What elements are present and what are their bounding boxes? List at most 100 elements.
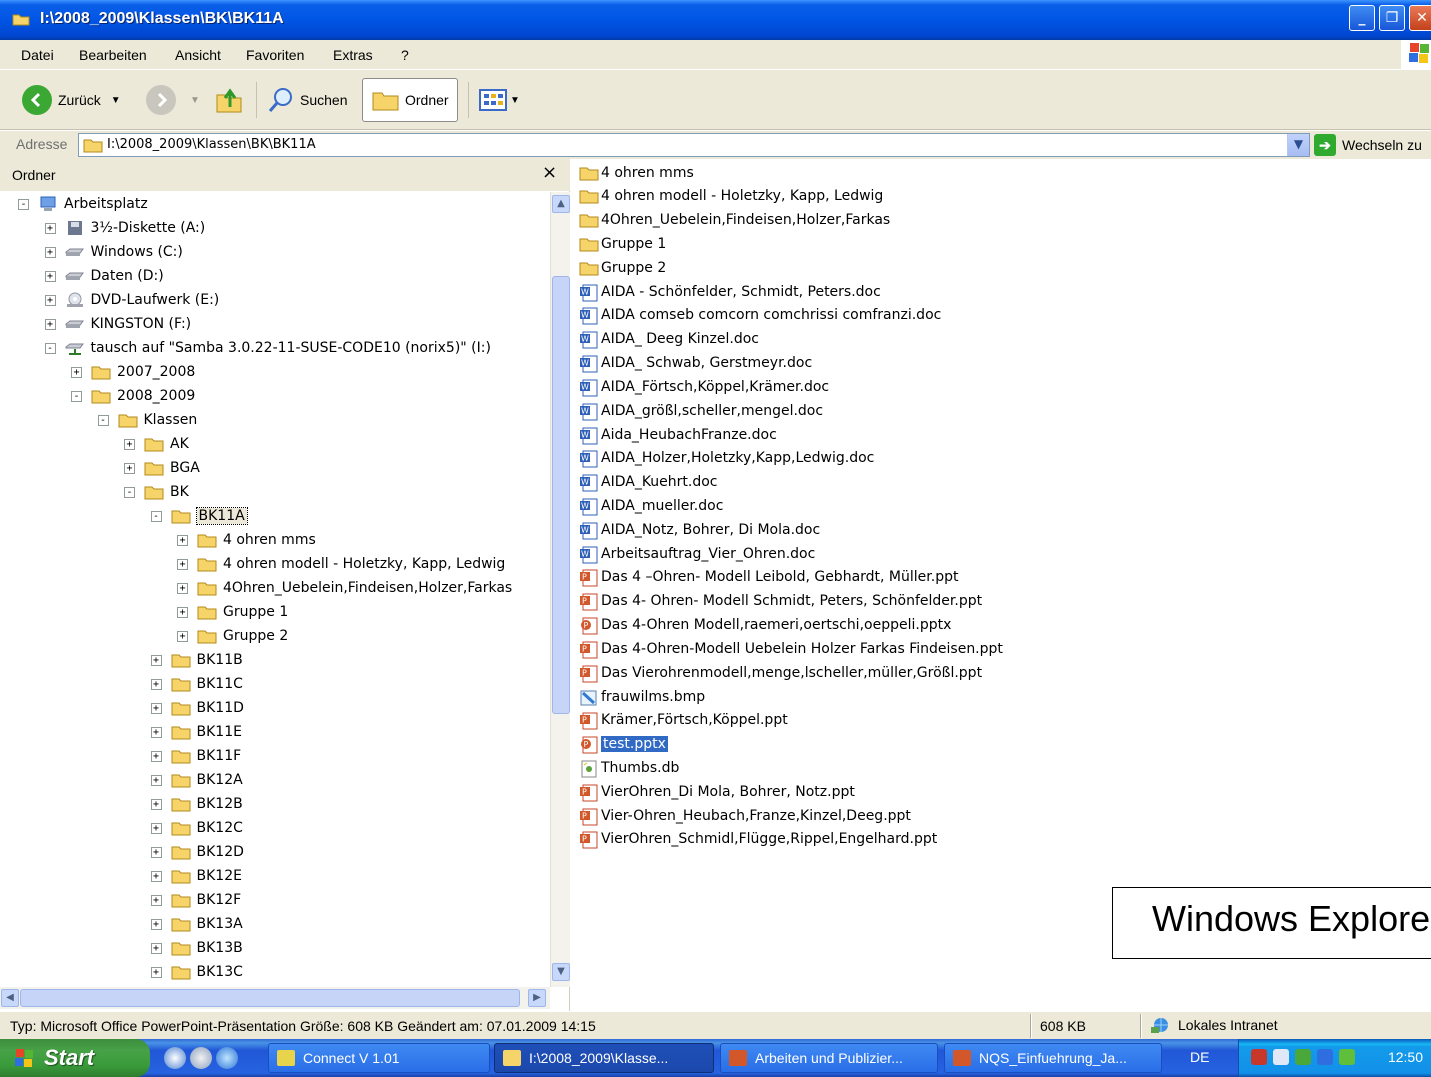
tree-item[interactable]: + BK12A [150,768,243,792]
address-dropdown-button[interactable]: ▼ [1287,134,1309,156]
expand-icon[interactable]: + [177,606,188,618]
file-item[interactable]: W AIDA_Kuehrt.doc [579,471,718,494]
close-button[interactable]: ✕ [1409,5,1431,31]
scroll-thumb[interactable] [552,276,570,714]
tree-item[interactable]: + BGA [124,456,200,480]
chevron-down-icon[interactable]: ▼ [190,95,200,106]
file-item[interactable]: W Aida_HeubachFranze.doc [579,423,777,446]
tree-item[interactable]: + Gruppe 1 [177,600,288,624]
expand-icon[interactable]: + [150,798,162,810]
file-item[interactable]: Ptest.pptx [579,733,668,756]
tree-item[interactable]: + BK13A [150,912,243,936]
tree-item[interactable]: + BK13C [150,960,243,982]
quicklaunch-icon[interactable] [190,1047,212,1069]
collapse-icon[interactable]: - [44,342,56,354]
collapse-icon[interactable]: - [150,510,162,522]
tree-item[interactable]: - Klassen [97,408,197,432]
expand-icon[interactable]: + [177,582,188,594]
tree-vertical-scrollbar[interactable]: ▲ ▼ [550,192,570,987]
scroll-right-button[interactable]: ▶ [528,989,546,1007]
expand-icon[interactable]: + [124,438,135,450]
maximize-button[interactable]: ❐ [1379,5,1405,31]
menu-ansicht[interactable]: Ansicht [175,47,221,63]
expand-icon[interactable]: + [177,558,188,570]
file-item[interactable]: W AIDA_Holzer,Holetzky,Kapp,Ledwig.doc [579,447,874,470]
go-button[interactable]: ➔ Wechseln zu [1314,134,1422,156]
file-item[interactable]: P VierOhren_Schmidl,Flügge,Rippel,Engelha… [579,828,937,851]
tray-icon[interactable] [1273,1049,1289,1065]
file-item[interactable]: 4Ohren_Uebelein,Findeisen,Holzer,Farkas [579,209,890,232]
file-item[interactable]: Thumbs.db [579,757,679,780]
expand-icon[interactable]: + [44,246,56,258]
file-item[interactable]: P Das 4- Ohren- Modell Schmidt, Peters, S… [579,590,982,613]
tree-item[interactable]: + Windows (C:) [44,240,183,264]
collapse-icon[interactable]: - [71,390,82,402]
expand-icon[interactable]: + [150,726,162,738]
file-item[interactable]: W AIDA_ Deeg Kinzel.doc [579,328,759,351]
expand-icon[interactable]: + [150,942,162,954]
tray-icon[interactable] [1295,1049,1311,1065]
expand-icon[interactable]: + [150,678,162,690]
tree-item[interactable]: +4 ohren modell - Holetzky, Kapp, Ledwig [177,552,505,576]
expand-icon[interactable]: + [150,822,162,834]
file-item[interactable]: P Das 4-Ohren Modell,raemeri,oertschi,oep… [579,614,951,637]
language-indicator[interactable]: DE [1190,1049,1209,1065]
scroll-down-button[interactable]: ▼ [552,963,570,981]
file-item[interactable]: P Das 4-Ohren-Modell Uebelein Holzer Fark… [579,637,1003,660]
task-button[interactable]: Connect V 1.01 [268,1043,490,1073]
expand-icon[interactable]: + [177,630,188,642]
minimize-button[interactable]: _ [1349,5,1375,31]
tree-item[interactable]: + BK12E [150,864,242,888]
expand-icon[interactable]: + [44,294,56,306]
tree-item[interactable]: + BK12B [150,792,243,816]
tree-item[interactable]: + BK12D [150,840,244,864]
folders-button[interactable]: Ordner [362,78,458,122]
tree-item[interactable]: + AK [124,432,189,456]
file-item[interactable]: W AIDA_mueller.doc [579,494,723,517]
tree-item[interactable]: + Daten (D:) [44,264,164,288]
collapse-icon[interactable]: - [124,486,135,498]
close-pane-icon[interactable]: × [542,162,557,183]
tree-item[interactable]: + BK11C [150,672,243,696]
tree-item[interactable]: + BK13B [150,936,243,960]
scroll-thumb[interactable] [20,989,520,1007]
file-item[interactable]: P Das Vierohrenmodell,menge,lscheller,mül… [579,661,982,684]
tree-item[interactable]: - Arbeitsplatz [18,192,148,216]
tree-item[interactable]: + KINGSTON (F:) [44,312,191,336]
expand-icon[interactable]: + [150,654,162,666]
search-button[interactable]: Suchen [266,78,347,122]
expand-icon[interactable]: + [150,966,162,978]
address-field[interactable]: I:\2008_2009\Klassen\BK\BK11A ▼ [78,133,1310,157]
tree-item[interactable]: - BK [124,480,189,504]
tree-item[interactable]: - 2008_2009 [71,384,195,408]
tray-icon[interactable] [1317,1049,1333,1065]
tree-item[interactable]: + BK11D [150,696,244,720]
expand-icon[interactable]: + [44,270,56,282]
menu-bearbeiten[interactable]: Bearbeiten [79,47,147,63]
tree-item[interactable]: + BK12C [150,816,243,840]
start-button[interactable]: Start [0,1039,150,1077]
chevron-down-icon[interactable]: ▼ [111,95,121,106]
scroll-left-button[interactable]: ◀ [1,989,19,1007]
menu-datei[interactable]: Datei [21,47,54,63]
tree-item[interactable]: + BK11F [150,744,241,768]
file-item[interactable]: frauwilms.bmp [579,685,705,708]
file-item[interactable]: W AIDA - Schönfelder, Schmidt, Peters.doc [579,280,881,303]
collapse-icon[interactable]: - [18,198,29,210]
task-button[interactable]: I:\2008_2009\Klasse... [494,1043,714,1073]
scroll-up-button[interactable]: ▲ [552,195,570,213]
tree-item[interactable]: +4Ohren_Uebelein,Findeisen,Holzer,Farkas [177,576,512,600]
expand-icon[interactable]: + [150,846,162,858]
expand-icon[interactable]: + [71,366,82,378]
expand-icon[interactable]: + [177,534,188,546]
tree-item[interactable]: +2007_2008 [71,360,195,384]
collapse-icon[interactable]: - [97,414,109,426]
tree-item[interactable]: + Gruppe 2 [177,624,288,648]
ie-icon[interactable] [216,1047,238,1069]
tree-item[interactable]: - BK11A [150,504,248,528]
file-item[interactable]: Gruppe 2 [579,256,666,279]
file-item[interactable]: P Krämer,Förtsch,Köppel.ppt [579,709,788,732]
tray-icon[interactable] [1251,1049,1267,1065]
file-item[interactable]: W AIDA_größl,scheller,mengel.doc [579,399,823,422]
expand-icon[interactable]: + [44,318,56,330]
